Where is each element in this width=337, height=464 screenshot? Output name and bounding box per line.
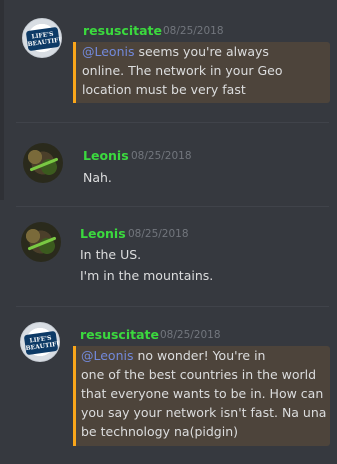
message-line: Nah. xyxy=(83,170,112,185)
message-line: be technology na(pidgin) xyxy=(81,424,238,439)
avatar[interactable] xyxy=(21,222,61,262)
message-line: you say your network isn't fast. Na una xyxy=(81,405,327,420)
avatar-badge: LIFE'S BEAUTIFUL xyxy=(23,330,59,356)
message-group: Leonis 08/25/2018 Nah. xyxy=(0,128,337,200)
message-group: Leonis 08/25/2018 In the US. I'm in the … xyxy=(0,212,337,304)
username[interactable]: Leonis xyxy=(83,148,129,163)
message-line: In the US. xyxy=(80,247,142,262)
avatar[interactable]: LIFE'S BEAUTIFUL xyxy=(20,322,60,362)
avatar[interactable]: LIFE'S BEAUTIFUL xyxy=(22,18,62,58)
username[interactable]: Leonis xyxy=(80,226,126,241)
mention-highlight: @Leonis seems you're always online. The … xyxy=(73,42,330,103)
avatar[interactable] xyxy=(23,143,63,183)
message-line: that everyone wants to be in. How can xyxy=(81,386,324,401)
mention-highlight: @Leonis no wonder! You're in one of the … xyxy=(73,346,330,446)
message-line: @Leonis seems you're always xyxy=(82,44,269,59)
timestamp: 08/25/2018 xyxy=(160,329,221,341)
timestamp: 08/25/2018 xyxy=(163,25,224,37)
message-group: LIFE'S BEAUTIFUL resuscitate 08/25/2018 … xyxy=(0,0,337,115)
message-line: one of the best countries in the world xyxy=(81,367,317,382)
message-line: @Leonis no wonder! You're in xyxy=(81,348,266,363)
message-line: location must be very fast xyxy=(82,82,246,97)
message-group: LIFE'S BEAUTIFUL resuscitate 08/25/2018 … xyxy=(0,312,337,464)
avatar-image xyxy=(29,157,59,172)
user-mention[interactable]: @Leonis xyxy=(81,348,134,363)
username[interactable]: resuscitate xyxy=(80,327,159,342)
message-line: online. The network in your Geo xyxy=(82,63,283,78)
avatar-badge: LIFE'S BEAUTIFUL xyxy=(25,26,61,52)
timestamp: 08/25/2018 xyxy=(131,150,192,162)
message-divider xyxy=(16,122,329,123)
timestamp: 08/25/2018 xyxy=(128,228,189,240)
user-mention[interactable]: @Leonis xyxy=(82,44,135,59)
message-divider xyxy=(16,206,329,207)
message-divider xyxy=(16,306,329,307)
avatar-image xyxy=(27,236,57,251)
message-line: I'm in the mountains. xyxy=(80,268,214,283)
username[interactable]: resuscitate xyxy=(83,23,162,38)
